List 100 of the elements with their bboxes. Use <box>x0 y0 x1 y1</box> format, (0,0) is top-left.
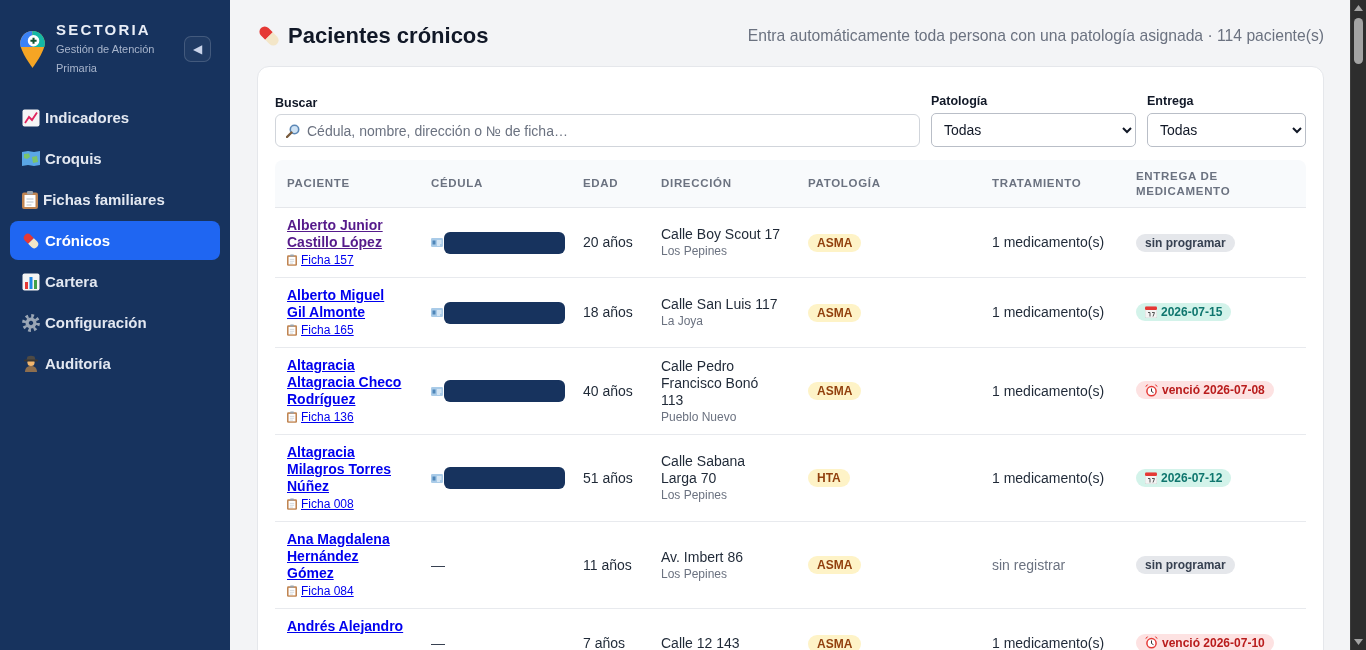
neighborhood-text: La Joya <box>661 313 704 329</box>
treatment-text: 1 medicamento(s) <box>992 304 1105 320</box>
sidebar-item[interactable]: Indicadores <box>10 98 220 137</box>
id-card-icon <box>431 238 443 247</box>
neighborhood-text: Los Pepines <box>661 243 728 259</box>
patient-name-link[interactable]: Andrés Alejandro <box>287 617 404 635</box>
neighborhood-text: Pueblo Nuevo <box>661 408 737 425</box>
id-card-icon <box>431 473 443 483</box>
calendar-icon <box>1145 306 1157 318</box>
column-header: EDAD <box>571 160 649 208</box>
treatment-text: 1 medicamento(s) <box>992 382 1105 399</box>
delivery-badge: venció 2026-07-08 <box>1136 381 1274 400</box>
sidebar-item[interactable]: Croquis <box>10 139 220 178</box>
delivery-badge: 2026-07-15 <box>1136 303 1232 321</box>
treatment-text: 1 medicamento(s) <box>992 234 1105 250</box>
patient-name-link[interactable]: Alberto Miguel Gil Almonte <box>287 286 405 321</box>
pathology-badge: ASMA <box>808 303 862 322</box>
sidebar-item[interactable]: Cartera <box>10 262 220 301</box>
clipboard-icon <box>22 190 38 209</box>
pathology-badge: HTA <box>808 469 850 487</box>
brand-subtitle: Gestión de Atención Primaria <box>56 42 156 76</box>
sidebar-item[interactable]: Crónicos <box>10 221 220 260</box>
record-link[interactable]: Ficha 136 <box>301 408 354 426</box>
clipboard-icon <box>287 324 297 336</box>
pill-icon <box>257 24 281 48</box>
column-header: PATOLOGÍA <box>796 160 980 208</box>
pathology-badge: ASMA <box>808 382 862 400</box>
age-text: 51 años <box>583 469 633 486</box>
street-text: Calle 12 143 <box>661 635 740 650</box>
map-pin-logo-icon <box>20 30 45 68</box>
age-text: 7 años <box>583 635 626 650</box>
street-text: Calle Pedro Francisco Bonó 113 <box>661 357 760 409</box>
scroll-down-arrow-icon <box>1354 639 1363 645</box>
pathology-badge: ASMA <box>808 556 862 574</box>
delivery-badge: 2026-07-12 <box>1136 468 1232 487</box>
column-header: PACIENTE <box>275 160 419 208</box>
pill-icon <box>22 231 40 250</box>
column-header: CÉDULA <box>419 160 571 208</box>
id-card-icon <box>431 386 443 396</box>
map-icon <box>22 151 40 166</box>
gear-icon <box>22 313 40 332</box>
street-text: Calle Boy Scout 17 <box>661 226 781 243</box>
patient-name-link[interactable]: Alberto Junior Castillo López <box>287 216 405 251</box>
scroll-up-arrow-icon <box>1354 5 1363 11</box>
search-icon <box>286 124 300 138</box>
column-header: ENTREGA DE MEDICAMENTO <box>1124 160 1306 208</box>
delivery-badge: venció 2026-07-10 <box>1136 633 1274 650</box>
alarm-clock-icon <box>1145 636 1158 650</box>
age-text: 11 años <box>583 556 632 573</box>
collapse-sidebar-button[interactable]: ◀ <box>184 36 211 62</box>
delivery-label: Entrega <box>1147 94 1194 108</box>
column-header: DIRECCIÓN <box>649 160 796 208</box>
clipboard-icon <box>287 585 297 597</box>
patient-name-link[interactable]: Altagracia Milagros Torres Núñez <box>287 443 405 495</box>
column-header: TRATAMIENTO <box>980 160 1124 208</box>
id-card-icon <box>431 308 443 317</box>
search-field[interactable]: Cédula, nombre, dirección o № de ficha… <box>275 114 920 147</box>
record-link[interactable]: Ficha 008 <box>301 495 354 513</box>
detective-icon <box>22 354 40 373</box>
street-text: Av. Imbert 86 <box>661 548 743 566</box>
treatment-text: sin registrar <box>992 556 1066 573</box>
line-chart-icon <box>22 108 40 127</box>
record-link[interactable]: Ficha 165 <box>301 321 354 339</box>
cedula-text: — <box>431 635 445 650</box>
clipboard-icon <box>287 411 297 423</box>
neighborhood-text: Los Pepines <box>661 487 728 503</box>
age-text: 20 años <box>583 234 633 250</box>
record-link[interactable]: Ficha 084 <box>301 582 354 600</box>
clipboard-icon <box>287 498 297 510</box>
patient-name-link[interactable]: Altagracia Altagracia Checo Rodríguez <box>287 356 405 408</box>
pathology-select[interactable]: Todas <box>931 113 1136 147</box>
scrollbar-thumb[interactable] <box>1354 18 1363 64</box>
age-text: 18 años <box>583 304 633 320</box>
pathology-label: Patología <box>931 94 988 108</box>
pathology-badge: ASMA <box>808 634 862 650</box>
search-label: Buscar <box>275 96 318 110</box>
record-link[interactable]: Ficha 157 <box>301 251 354 269</box>
page-title: Pacientes crónicos <box>288 23 489 49</box>
cedula-text: — <box>431 556 445 573</box>
delivery-badge: sin programar <box>1136 233 1235 252</box>
pathology-badge: ASMA <box>808 233 862 252</box>
delivery-select[interactable]: Todas <box>1147 113 1306 147</box>
alarm-clock-icon <box>1145 383 1158 397</box>
sidebar-item[interactable]: Auditoría <box>10 344 220 383</box>
neighborhood-text: Los Pepines <box>661 565 728 582</box>
treatment-text: 1 medicamento(s) <box>992 469 1105 486</box>
street-text: Calle Sabana Larga 70 <box>661 453 747 487</box>
summary-text: Entra automáticamente toda persona con una patología asignada · 114 paciente(s) <box>747 27 1324 45</box>
delivery-badge: sin programar <box>1136 556 1235 574</box>
age-text: 40 años <box>583 382 633 399</box>
sidebar-item[interactable]: Fichas familiares <box>10 180 220 219</box>
patient-name-link[interactable]: Ana Magdalena Hernández Gómez <box>287 530 405 582</box>
street-text: Calle San Luis 117 <box>661 296 778 313</box>
clipboard-icon <box>287 254 297 266</box>
treatment-text: 1 medicamento(s) <box>992 635 1105 650</box>
bar-chart-icon <box>22 272 40 291</box>
sidebar-item[interactable]: Configuración <box>10 303 220 342</box>
scrollbar[interactable] <box>1350 0 1366 650</box>
calendar-icon <box>1145 471 1157 484</box>
brand-name: SECTORIA <box>56 20 151 40</box>
